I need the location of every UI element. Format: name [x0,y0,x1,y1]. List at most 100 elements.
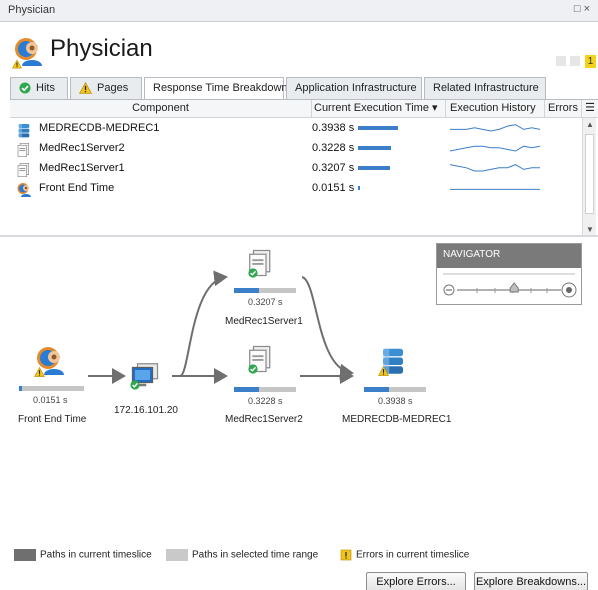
legend-label: Paths in selected time range [192,549,319,561]
execution-time: 0.3938 s [312,122,355,134]
check-circle-icon [130,380,140,390]
legend-label: Errors in current timeslice [356,549,470,561]
explore-errors-button[interactable]: Explore Errors... [366,572,466,590]
warning-icon [79,82,92,94]
node-label: MedRec1Server2 [225,414,303,425]
execution-time-bar [358,166,390,170]
flow-node-database[interactable]: 0.3938 s MEDRECDB-MEDREC1 [336,344,456,426]
app-server-icon [16,162,32,178]
window-titlebar: Physician □ × [0,0,598,22]
scroll-thumb[interactable] [585,134,594,214]
flow-node-gateway[interactable]: 172.16.101.20 [112,360,192,430]
legend-swatch [14,549,36,561]
legend-swatch [166,549,188,561]
window-controls[interactable]: □ × [574,3,590,15]
database-server-icon [16,122,32,138]
tab-related-infrastructure[interactable]: Related Infrastructure [424,77,546,99]
tab-application-infrastructure[interactable]: Application Infrastructure [286,77,422,99]
zoom-slider[interactable] [437,268,581,304]
tab-label: Pages [97,82,129,94]
execution-history-sparkline [450,188,540,190]
table-row[interactable]: MedRec1Server2 0.3228 s [10,139,582,159]
execution-history-sparkline [449,164,540,172]
node-label: MedRec1Server1 [225,316,303,327]
execution-history-sparkline [449,145,541,152]
table-row[interactable]: MedRec1Server1 0.3207 s [10,159,582,179]
navigator-panel: NAVIGATOR [436,243,582,305]
column-header-label: Execution History [450,102,536,114]
node-label: Front End Time [18,414,87,425]
execution-time-bar [358,146,391,150]
component-name: MedRec1Server2 [39,142,125,154]
zoom-slider-thumb [509,282,519,293]
tab-label: Response Time Breakdown [153,82,288,94]
flow-node-server2[interactable]: 0.3228 s MedRec1Server2 [222,344,312,426]
legend-item-current: Paths in current timeslice [14,549,152,563]
node-time-bar [234,288,296,293]
toolbar-placeholder[interactable] [570,56,580,66]
physician-icon [16,182,32,198]
node-time: 0.0151 s [33,395,68,405]
scroll-down-icon[interactable]: ▼ [586,225,594,234]
column-header-errors[interactable]: Errors [545,100,582,118]
table-row[interactable]: MEDRECDB-MEDREC1 0.3938 s [10,119,582,139]
column-header-execution-history[interactable]: Execution History [446,100,545,118]
component-name: Front End Time [39,182,115,194]
tab-label: Hits [36,82,55,94]
node-time: 0.3938 s [378,396,413,406]
column-header-label: Errors [548,102,578,114]
execution-history-sparkline [450,124,541,132]
tab-pages[interactable]: Pages [70,77,142,99]
flow-node-front-end[interactable]: 0.0151 s Front End Time [14,343,94,433]
table-row[interactable]: Front End Time 0.0151 s [10,179,582,199]
execution-time: 0.3207 s [312,162,355,174]
page-header: Physician 1 [0,22,598,72]
explore-breakdowns-button[interactable]: Explore Breakdowns... [474,572,588,590]
sort-desc-icon: ▾ [432,102,438,114]
node-label: MEDRECDB-MEDREC1 [342,414,452,425]
node-time-bar [234,387,296,392]
navigator-title: NAVIGATOR [437,244,581,268]
node-time: 0.3228 s [248,396,283,406]
tab-response-time-breakdown[interactable]: Response Time Breakdown [144,77,288,100]
column-header-current-execution-time[interactable]: Current Execution Time ▾ [312,100,446,118]
column-header-component[interactable]: Component [10,100,312,118]
tab-label: Application Infrastructure [295,82,417,94]
tab-label: Related Infrastructure [433,82,539,94]
component-name: MEDRECDB-MEDREC1 [39,122,160,134]
scroll-up-icon[interactable]: ▲ [586,120,594,129]
toolbar-placeholder[interactable] [556,56,566,66]
check-circle-icon [248,364,258,374]
node-time-bar [19,386,84,391]
execution-time-bar [358,126,398,130]
check-circle-icon [19,82,31,94]
flow-node-server1[interactable]: 0.3207 s MedRec1Server1 [222,248,312,328]
execution-time-bar [358,186,360,190]
column-header-label: Component [132,102,189,114]
warning-icon [378,366,389,376]
node-time-bar [364,387,426,392]
error-badge-icon [340,549,352,561]
check-circle-icon [248,268,258,278]
page-title: Physician [50,35,153,62]
node-label: 172.16.101.20 [114,405,178,416]
grid-scrollbar[interactable]: ▲ ▼ [582,118,596,236]
column-chooser-icon[interactable]: ☰ [582,100,598,118]
execution-time: 0.0151 s [312,182,355,194]
warning-icon [12,59,22,69]
execution-time: 0.3228 s [312,142,355,154]
legend-label: Paths in current timeslice [40,549,152,561]
component-name: MedRec1Server1 [39,162,125,174]
component-grid: Component Current Execution Time ▾ Execu… [10,99,598,236]
column-header-label: Current Execution Time [314,102,429,114]
legend-item-errors: Errors in current timeslice [340,549,469,563]
sparkline-path [449,145,541,152]
node-time: 0.3207 s [248,297,283,307]
sparkline-path [450,124,541,132]
sparkline-path [449,164,540,172]
tab-hits[interactable]: Hits [10,77,68,99]
app-server-icon [16,142,32,158]
alert-count-badge[interactable]: 1 [585,55,596,68]
legend-item-selected: Paths in selected time range [166,549,318,563]
window-title: Physician [8,4,56,16]
